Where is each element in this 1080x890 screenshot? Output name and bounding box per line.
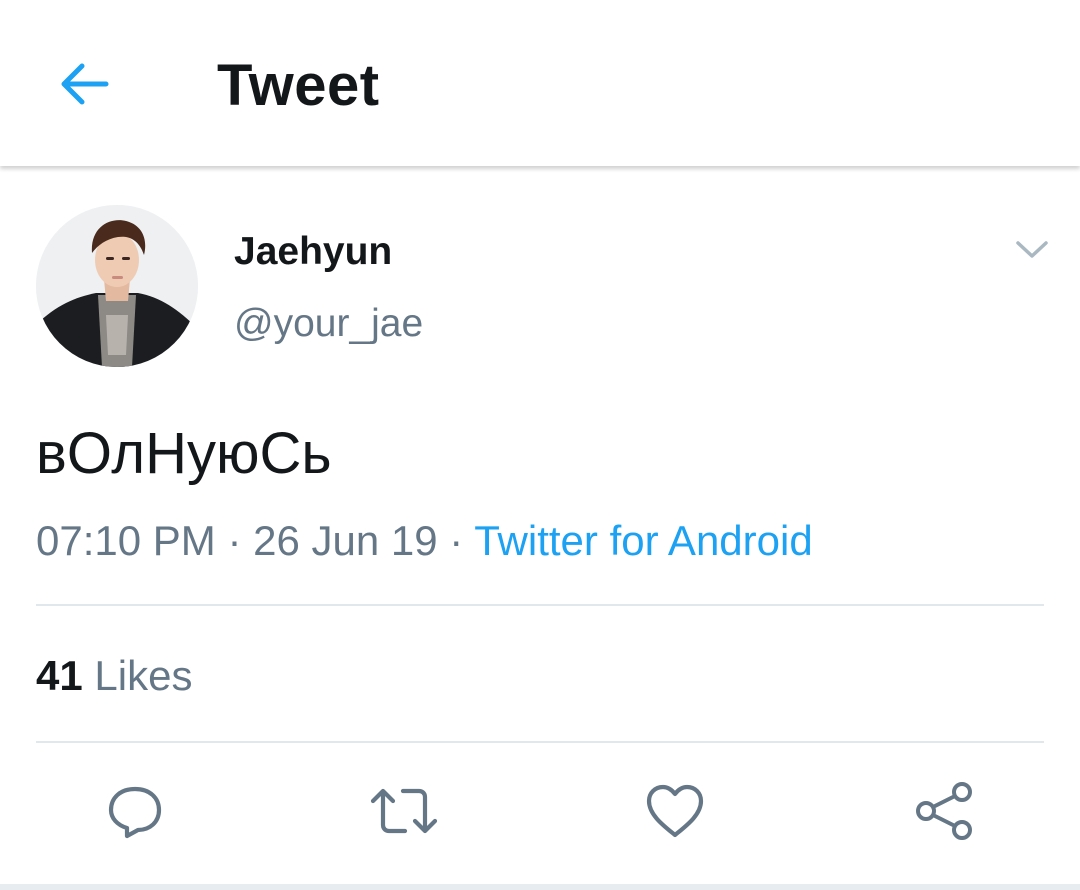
page-title: Tweet: [217, 53, 380, 118]
reply-button[interactable]: [100, 776, 170, 846]
avatar[interactable]: [36, 205, 198, 367]
tweet-meta: 07:10 PM · 26 Jun 19 · Twitter for Andro…: [36, 513, 813, 569]
divider: [36, 741, 1044, 743]
chevron-down-icon: [1016, 241, 1048, 258]
top-app-bar: Tweet: [0, 0, 1080, 166]
tweet-detail-screen: Tweet Jaehyun @your_jae вОлНуюСь 07:10 P…: [0, 0, 1080, 890]
tweet-menu-button[interactable]: [1008, 228, 1056, 272]
tweet-date: 26 Jun 19: [253, 517, 438, 564]
share-icon: [916, 782, 972, 840]
retweet-button[interactable]: [369, 776, 439, 846]
likes-stat[interactable]: 41 Likes: [36, 648, 192, 704]
share-button[interactable]: [910, 776, 980, 846]
author-display-name[interactable]: Jaehyun: [234, 228, 392, 276]
likes-count: 41: [36, 652, 83, 699]
meta-separator: ·: [449, 517, 464, 564]
back-button[interactable]: [52, 54, 116, 114]
tweet-time: 07:10 PM: [36, 517, 216, 564]
arrow-left-icon: [61, 63, 109, 105]
tweet-text: вОлНуюСь: [36, 421, 332, 486]
avatar-image: [36, 205, 198, 367]
bottom-edge: [0, 884, 1080, 890]
author-handle[interactable]: @your_jae: [234, 300, 423, 348]
likes-label: Likes: [94, 652, 193, 699]
reply-icon: [108, 786, 162, 839]
like-button[interactable]: [640, 776, 710, 846]
tweet-source-link[interactable]: Twitter for Android: [474, 517, 812, 564]
heart-icon: [646, 784, 704, 838]
meta-separator: ·: [227, 517, 242, 564]
retweet-icon: [370, 788, 438, 834]
divider: [36, 604, 1044, 606]
